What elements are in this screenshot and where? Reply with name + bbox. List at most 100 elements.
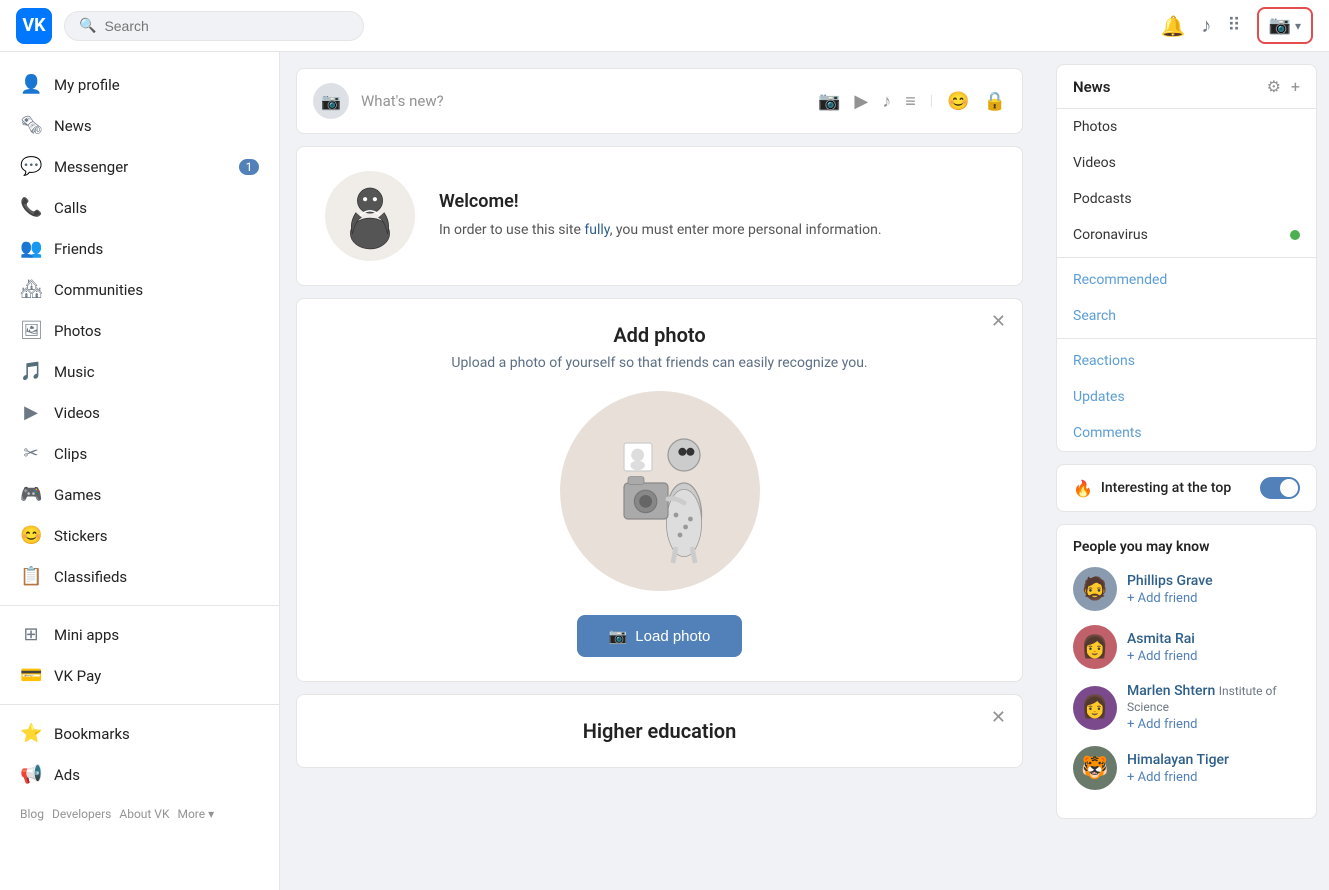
welcome-link[interactable]: fully [584, 222, 609, 238]
add-friend-button[interactable]: + Add friend [1127, 770, 1229, 785]
person-name[interactable]: Himalayan Tiger [1127, 752, 1229, 768]
add-photo-illustration [560, 391, 760, 591]
whats-new-input[interactable]: What's new? [361, 92, 806, 110]
news-item-videos[interactable]: Videos [1057, 145, 1316, 181]
coronavirus-dot [1290, 230, 1300, 240]
sidebar-item-label: VK Pay [54, 667, 101, 685]
sidebar-item-photos[interactable]: 🖼 Photos [0, 310, 279, 351]
current-user-avatar: 📷 [313, 83, 349, 119]
person-avatar: 🧔 [1073, 567, 1117, 611]
sidebar-item-ads[interactable]: 📢 Ads [0, 754, 279, 795]
footer-blog[interactable]: Blog [20, 807, 44, 821]
footer-developers[interactable]: Developers [52, 807, 111, 821]
add-friend-button[interactable]: + Add friend [1127, 649, 1197, 664]
news-panel: News ⚙ + Photos Videos Podcasts Coronavi… [1056, 64, 1317, 452]
communities-icon: 🏘 [20, 279, 42, 300]
sidebar-item-classifieds[interactable]: 📋 Classifieds [0, 556, 279, 597]
sidebar-item-my-profile[interactable]: 👤 My profile [0, 64, 279, 105]
people-panel: People you may know 🧔 Phillips Grave + A… [1056, 524, 1317, 819]
sidebar-item-label: Mini apps [54, 626, 119, 644]
stickers-icon: 😊 [20, 525, 42, 546]
person-name[interactable]: Marlen Shtern [1127, 683, 1215, 699]
sidebar-item-stickers[interactable]: 😊 Stickers [0, 515, 279, 556]
news-add-icon[interactable]: + [1291, 77, 1300, 96]
news-comments-link[interactable]: Comments [1057, 415, 1316, 451]
higher-education-card: ✕ Higher education [296, 694, 1023, 768]
news-panel-header: News ⚙ + [1057, 65, 1316, 109]
news-search-link[interactable]: Search [1057, 298, 1316, 334]
mini-apps-icon: ⊞ [20, 624, 42, 645]
sidebar-item-vk-pay[interactable]: 💳 VK Pay [0, 655, 279, 696]
sidebar-item-bookmarks[interactable]: ⭐ Bookmarks [0, 713, 279, 754]
calls-icon: 📞 [20, 197, 42, 218]
search-input[interactable] [104, 18, 349, 34]
fire-icon: 🔥 [1073, 479, 1093, 498]
person-info: Himalayan Tiger + Add friend [1127, 752, 1229, 785]
text-icon[interactable]: ≡ [905, 91, 916, 112]
welcome-text: Welcome! In order to use this site fully… [439, 191, 882, 241]
sidebar-item-calls[interactable]: 📞 Calls [0, 187, 279, 228]
person-item: 🐯 Himalayan Tiger + Add friend [1073, 746, 1300, 790]
lock-icon[interactable]: 🔒 [984, 91, 1006, 112]
sidebar-item-friends[interactable]: 👥 Friends [0, 228, 279, 269]
vk-logo[interactable]: VK [16, 8, 52, 44]
search-bar[interactable]: 🔍 [64, 11, 364, 41]
sidebar-item-label: Communities [54, 281, 143, 299]
sidebar-item-communities[interactable]: 🏘 Communities [0, 269, 279, 310]
sidebar-item-messenger[interactable]: 💬 Messenger 1 [0, 146, 279, 187]
sidebar-item-clips[interactable]: ✂ Clips [0, 433, 279, 474]
page-layout: 👤 My profile 🗞 News 💬 Messenger 1 📞 Call… [0, 52, 1329, 890]
camera-button[interactable]: 📷 ▾ [1257, 7, 1313, 44]
bell-icon[interactable]: 🔔 [1160, 14, 1185, 38]
load-photo-button[interactable]: 📷 Load photo [577, 615, 743, 657]
news-recommended-link[interactable]: Recommended [1057, 262, 1316, 298]
ads-icon: 📢 [20, 764, 42, 785]
sidebar-item-videos[interactable]: ▶ Videos [0, 392, 279, 433]
sidebar-item-label: Clips [54, 445, 87, 463]
close-higher-ed-button[interactable]: ✕ [991, 707, 1006, 728]
welcome-title: Welcome! [439, 191, 882, 212]
news-item-photos[interactable]: Photos [1057, 109, 1316, 145]
news-reactions-link[interactable]: Reactions [1057, 343, 1316, 379]
sidebar-item-music[interactable]: 🎵 Music [0, 351, 279, 392]
news-icon: 🗞 [20, 115, 42, 136]
welcome-description: In order to use this site fully, you mus… [439, 220, 882, 241]
person-name[interactable]: Asmita Rai [1127, 631, 1195, 647]
music-icon[interactable]: ♪ [1201, 13, 1211, 38]
news-updates-link[interactable]: Updates [1057, 379, 1316, 415]
news-item-podcasts[interactable]: Podcasts [1057, 181, 1316, 217]
sidebar-item-label: Friends [54, 240, 103, 258]
add-friend-button[interactable]: + Add friend [1127, 591, 1213, 606]
sidebar-item-label: News [54, 117, 92, 135]
messenger-badge: 1 [239, 159, 259, 175]
sidebar-item-mini-apps[interactable]: ⊞ Mini apps [0, 614, 279, 655]
grid-icon[interactable]: ⠿ [1227, 15, 1240, 36]
footer-more[interactable]: More ▾ [177, 807, 214, 821]
friends-icon: 👥 [20, 238, 42, 259]
news-divider-2 [1057, 338, 1316, 339]
clips-icon: ✂ [20, 443, 42, 464]
video-icon[interactable]: ▶ [854, 91, 868, 112]
news-panel-title: News [1073, 78, 1267, 96]
news-filter-icon[interactable]: ⚙ [1267, 77, 1281, 96]
whats-new-icons: 📷 ▶ ♪ ≡ | 😊 🔒 [818, 91, 1006, 112]
chevron-down-icon: ▾ [1295, 19, 1301, 33]
games-icon: 🎮 [20, 484, 42, 505]
sidebar-item-label: Calls [54, 199, 87, 217]
photo-attach-icon[interactable]: 📷 [818, 91, 840, 112]
close-add-photo-button[interactable]: ✕ [991, 311, 1006, 332]
person-avatar: 👩 [1073, 625, 1117, 669]
interesting-label: Interesting at the top [1101, 480, 1252, 496]
emoji-icon[interactable]: 😊 [947, 91, 969, 112]
person-name[interactable]: Phillips Grave [1127, 573, 1213, 589]
sidebar-item-news[interactable]: 🗞 News [0, 105, 279, 146]
sidebar-item-label: Photos [54, 322, 101, 340]
person-info: Phillips Grave + Add friend [1127, 573, 1213, 606]
add-friend-button[interactable]: + Add friend [1127, 717, 1300, 732]
interesting-toggle[interactable] [1260, 477, 1300, 499]
add-photo-title: Add photo [325, 323, 994, 347]
sidebar-item-games[interactable]: 🎮 Games [0, 474, 279, 515]
footer-about-vk[interactable]: About VK [119, 807, 169, 821]
music-attach-icon[interactable]: ♪ [882, 91, 891, 112]
news-item-coronavirus[interactable]: Coronavirus [1057, 217, 1316, 253]
